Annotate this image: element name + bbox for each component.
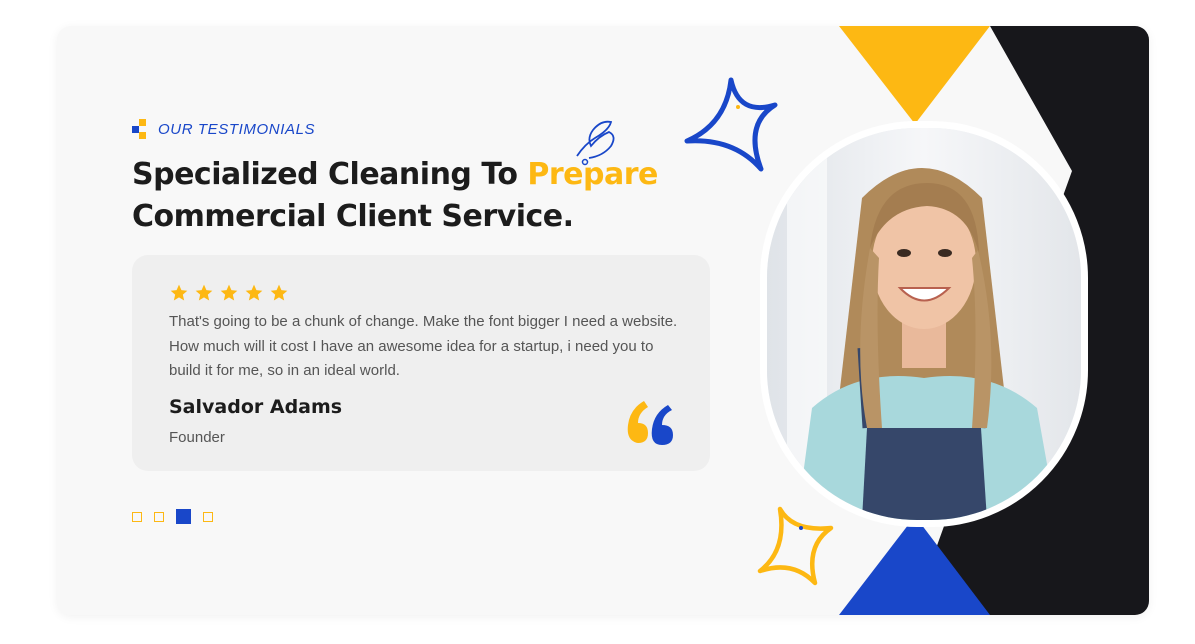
- testimonial-photo: [760, 121, 1088, 527]
- testimonial-card: That's going to be a chunk of change. Ma…: [132, 255, 710, 471]
- reviewer-role: Founder: [169, 429, 225, 446]
- star-icon: [245, 284, 263, 301]
- brand-squares-icon: [132, 119, 146, 139]
- testimonials-card: OUR TESTIMONIALS Specialized Cleaning To…: [57, 26, 1149, 615]
- star-icon: [195, 284, 213, 301]
- sparkle-icon: [757, 506, 834, 586]
- slider-dot-3[interactable]: [176, 509, 191, 524]
- star-rating: [169, 283, 289, 303]
- title-part-2: Commercial Client Service.: [132, 199, 574, 234]
- star-icon: [220, 284, 238, 301]
- testimonial-text: That's going to be a chunk of change. Ma…: [169, 313, 678, 379]
- eyebrow-label: OUR TESTIMONIALS: [158, 120, 316, 138]
- slider-dot-2[interactable]: [154, 511, 164, 522]
- section-eyebrow: OUR TESTIMONIALS: [132, 119, 315, 139]
- quote-icon: [627, 401, 673, 445]
- title-highlight: Prepare: [527, 157, 658, 192]
- sparkle-icon: [684, 77, 778, 172]
- reviewer-name: Salvador Adams: [169, 396, 343, 418]
- star-icon: [170, 284, 188, 301]
- slider-dot-1[interactable]: [132, 511, 142, 522]
- star-icon: [270, 284, 288, 301]
- slider-dot-4[interactable]: [203, 511, 213, 522]
- page-title: Specialized Cleaning To Prepare Commercia…: [132, 154, 692, 238]
- slider-pagination: [132, 509, 213, 524]
- title-part-1: Specialized Cleaning To: [132, 157, 528, 192]
